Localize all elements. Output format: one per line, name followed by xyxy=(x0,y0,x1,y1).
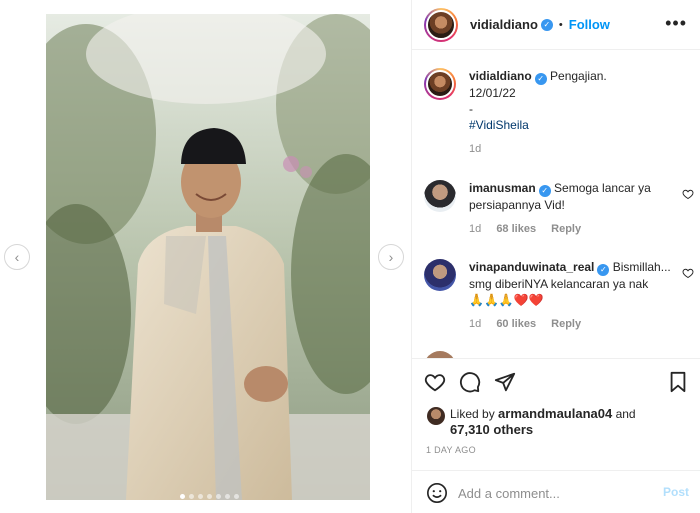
comments-list[interactable]: vidialdiano ✓ Pengajian. 12/01/22 - #Vidi… xyxy=(412,51,700,358)
share-send-icon[interactable] xyxy=(494,371,516,393)
instagram-post-view: ‹ › vidialdiano ✓ • Follow ••• vidialdia… xyxy=(0,0,700,513)
carousel-next-button[interactable]: › xyxy=(378,244,404,270)
comment-likes[interactable]: 68 likes xyxy=(496,223,536,235)
post-header: vidialdiano ✓ • Follow ••• xyxy=(412,0,700,50)
chevron-right-icon: › xyxy=(388,249,394,265)
caption-body: vidialdiano ✓ Pengajian. 12/01/22 - #Vidi… xyxy=(469,68,674,157)
caption-line-2: 12/01/22 xyxy=(469,86,516,100)
comment-item: vinapanduwinata_real ✓ Bismillah... smg d… xyxy=(424,259,694,349)
bookmark-icon[interactable] xyxy=(667,371,689,393)
caption: vidialdiano ✓ Pengajian. 12/01/22 - #Vidi… xyxy=(424,68,694,168)
verified-badge-icon: ✓ xyxy=(534,73,547,85)
post-photo[interactable] xyxy=(46,14,370,500)
carousel-dot xyxy=(234,494,239,499)
likes-conjunction: and xyxy=(615,407,636,421)
carousel-dot xyxy=(207,494,212,499)
comment-username[interactable]: vinapanduwinata_real xyxy=(469,260,594,274)
comment-likes[interactable]: 60 likes xyxy=(496,318,536,330)
caption-hashtag[interactable]: #VidiSheila xyxy=(469,117,674,133)
likes-text: Liked by armandmaulana04 and 67,310 othe… xyxy=(450,406,690,438)
comment-meta: 1d 60 likes Reply xyxy=(469,316,674,332)
comment-bubble-icon[interactable] xyxy=(459,371,481,393)
liker-username[interactable]: armandmaulana04 xyxy=(498,406,612,421)
post-details-pane: vidialdiano ✓ • Follow ••• vidialdiano ✓ … xyxy=(411,0,700,513)
carousel-dot xyxy=(180,494,185,499)
more-horizontal-icon[interactable]: ••• xyxy=(665,14,687,32)
carousel-dot xyxy=(225,494,230,499)
comment-meta: 1d 68 likes Reply xyxy=(469,221,674,237)
like-heart-icon[interactable] xyxy=(424,371,446,393)
comment-username[interactable]: imanusman xyxy=(469,181,536,195)
verified-badge-icon: ✓ xyxy=(597,264,610,276)
author-username[interactable]: vidialdiano xyxy=(470,17,538,32)
action-bar xyxy=(412,358,700,404)
comment-emoji: 🙏🙏🙏❤️❤️ xyxy=(469,293,544,307)
caption-meta: 1d xyxy=(469,141,674,157)
separator-dot: • xyxy=(558,18,563,31)
carousel-dot xyxy=(216,494,221,499)
likes-summary: Liked by armandmaulana04 and 67,310 othe… xyxy=(424,404,694,438)
caption-username[interactable]: vidialdiano xyxy=(469,69,532,83)
comment-avatar[interactable] xyxy=(424,259,456,291)
comment-reply-button[interactable]: Reply xyxy=(551,318,581,330)
comment-composer: Post xyxy=(412,470,700,513)
likes-others-count[interactable]: 67,310 others xyxy=(450,422,533,437)
chevron-left-icon: ‹ xyxy=(14,249,20,265)
comment-age: 1d xyxy=(469,318,482,330)
post-comment-button[interactable]: Post xyxy=(663,485,689,499)
heart-outline-icon[interactable] xyxy=(682,188,694,200)
verified-badge-icon: ✓ xyxy=(538,185,551,197)
caption-line-3: - xyxy=(469,102,473,116)
carousel-prev-button[interactable]: ‹ xyxy=(4,244,30,270)
carousel-dot xyxy=(198,494,203,499)
comment-body: imanusman ✓ Semoga lancar ya persiapannya… xyxy=(469,180,674,237)
emoji-smiley-icon[interactable] xyxy=(426,482,448,504)
verified-badge-icon: ✓ xyxy=(540,18,553,31)
comment-avatar[interactable] xyxy=(424,351,456,358)
comment-body: vinapanduwinata_real ✓ Bismillah... smg d… xyxy=(469,259,674,332)
comment-age: 1d xyxy=(469,223,482,235)
post-timestamp[interactable]: 1 DAY AGO xyxy=(426,445,476,455)
comment-avatar[interactable] xyxy=(424,180,456,212)
author-avatar[interactable] xyxy=(424,7,458,42)
comment-item-partial xyxy=(424,351,694,358)
caption-age: 1d xyxy=(469,143,482,155)
comment-item: imanusman ✓ Semoga lancar ya persiapannya… xyxy=(424,180,694,246)
comment-input[interactable] xyxy=(458,483,648,503)
photo-illustration xyxy=(46,14,370,500)
follow-button[interactable]: Follow xyxy=(569,17,610,32)
caption-avatar[interactable] xyxy=(424,68,456,100)
carousel-dot xyxy=(189,494,194,499)
carousel-dots xyxy=(180,494,239,499)
media-pane: ‹ › xyxy=(0,0,411,513)
heart-outline-icon[interactable] xyxy=(682,267,694,279)
liker-avatar[interactable] xyxy=(427,407,445,425)
caption-line-1: Pengajian. xyxy=(550,69,607,83)
likes-prefix: Liked by xyxy=(450,407,495,421)
comment-reply-button[interactable]: Reply xyxy=(551,223,581,235)
